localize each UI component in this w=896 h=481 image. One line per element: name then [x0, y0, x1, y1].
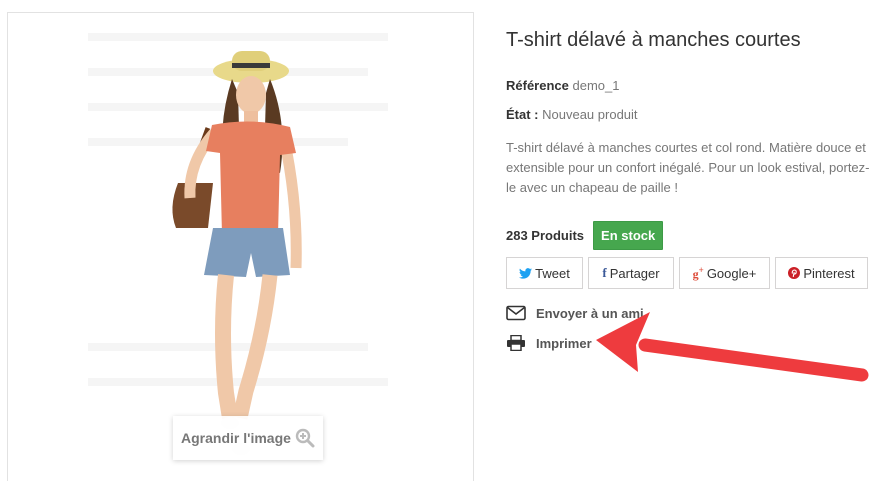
googleplus-icon: g+ [692, 264, 704, 281]
product-image-container: Agrandir l'image [7, 12, 474, 481]
pinterest-label: Pinterest [803, 265, 855, 281]
availability-row: 283 Produits En stock [506, 221, 664, 250]
reference-label: Référence [506, 78, 569, 93]
facebook-share-label: Partager [609, 265, 660, 281]
enlarge-image-label: Agrandir l'image [181, 430, 291, 446]
product-description: T-shirt délavé à manches courtes et col … [506, 140, 870, 195]
stock-badge: En stock [593, 221, 664, 250]
pinterest-icon [788, 267, 801, 279]
social-share-buttons: Tweet f Partager g+ Google+ Pinterest [506, 257, 868, 289]
tweet-label: Tweet [535, 265, 570, 281]
tweet-button[interactable]: Tweet [506, 257, 583, 289]
facebook-icon: f [602, 265, 607, 280]
product-photo[interactable] [8, 13, 474, 481]
send-to-friend-label: Envoyer à un ami [536, 305, 644, 321]
print-label: Imprimer [536, 335, 592, 351]
send-to-friend-link[interactable]: Envoyer à un ami [506, 305, 644, 321]
pinterest-button[interactable]: Pinterest [775, 257, 868, 289]
product-title: T-shirt délavé à manches courtes [506, 29, 801, 51]
reference-value: demo_1 [572, 78, 620, 93]
facebook-share-button[interactable]: f Partager [588, 257, 674, 289]
printer-icon [507, 335, 525, 351]
zoom-in-icon [295, 428, 315, 448]
reference-row: Référence demo_1 [506, 78, 619, 93]
condition-value: Nouveau produit [542, 107, 638, 122]
googleplus-button[interactable]: g+ Google+ [679, 257, 770, 289]
enlarge-image-button[interactable]: Agrandir l'image [173, 416, 323, 460]
googleplus-label: Google+ [706, 265, 757, 281]
twitter-icon [519, 267, 533, 279]
envelope-icon [506, 305, 526, 321]
quantity-available: 283 Produits [506, 228, 585, 243]
print-link[interactable]: Imprimer [506, 335, 592, 351]
condition-row: État : Nouveau produit [506, 107, 638, 122]
condition-label: État : [506, 107, 539, 122]
